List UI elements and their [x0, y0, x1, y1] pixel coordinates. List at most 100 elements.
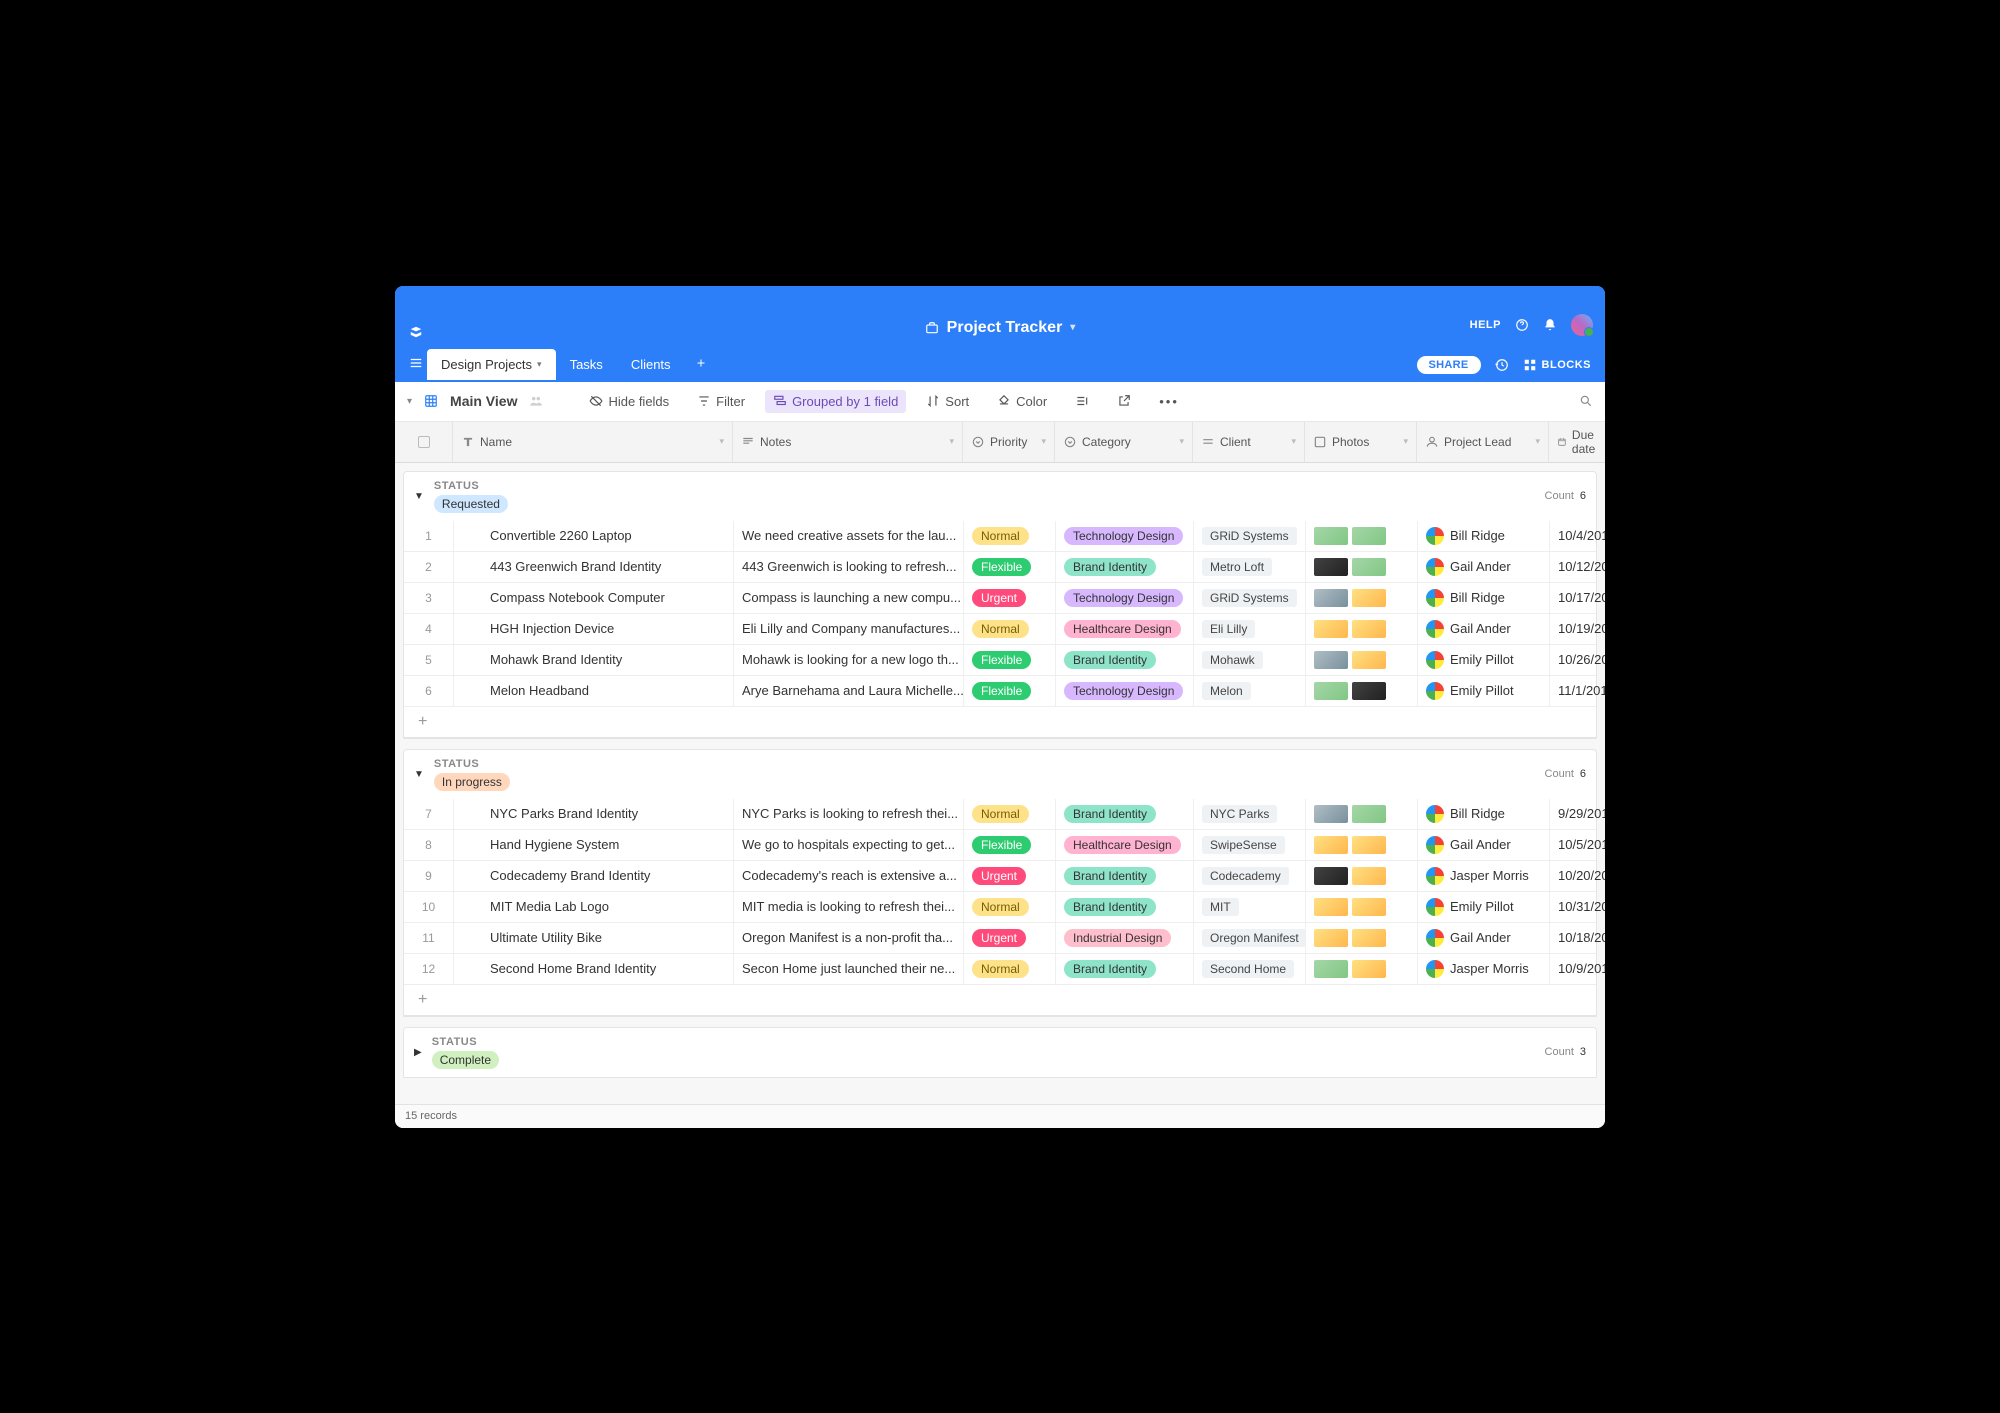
cell-category[interactable]: Brand Identity	[1056, 892, 1194, 922]
cell-category[interactable]: Healthcare Design	[1056, 830, 1194, 860]
photo-thumbnail[interactable]	[1352, 558, 1386, 576]
column-name[interactable]: Name▾	[453, 422, 733, 462]
cell-due-date[interactable]: 10/12/2018	[1550, 552, 1605, 582]
column-notes[interactable]: Notes▾	[733, 422, 963, 462]
help-icon[interactable]	[1515, 318, 1529, 332]
photo-thumbnail[interactable]	[1352, 682, 1386, 700]
cell-category[interactable]: Technology Design	[1056, 583, 1194, 613]
bell-icon[interactable]	[1543, 318, 1557, 332]
cell-priority[interactable]: Urgent	[964, 923, 1056, 953]
cell-name[interactable]: Second Home Brand Identity	[454, 954, 734, 984]
cell-lead[interactable]: Bill Ridge	[1418, 521, 1550, 551]
cell-category[interactable]: Brand Identity	[1056, 645, 1194, 675]
cell-notes[interactable]: Oregon Manifest is a non-profit tha...	[734, 923, 964, 953]
cell-name[interactable]: Ultimate Utility Bike	[454, 923, 734, 953]
cell-category[interactable]: Brand Identity	[1056, 799, 1194, 829]
select-all-header[interactable]	[395, 422, 453, 462]
photo-thumbnail[interactable]	[1352, 805, 1386, 823]
cell-client[interactable]: MIT	[1194, 892, 1306, 922]
cell-priority[interactable]: Normal	[964, 954, 1056, 984]
filter-button[interactable]: Filter	[689, 390, 753, 413]
tab-clients[interactable]: Clients	[617, 349, 685, 380]
add-row-button[interactable]: +	[404, 707, 1596, 738]
group-header[interactable]: ▼ STATUS In progress Count 6	[403, 749, 1597, 799]
cell-lead[interactable]: Jasper Morris	[1418, 861, 1550, 891]
table-row[interactable]: 12 Second Home Brand Identity Secon Home…	[404, 954, 1596, 985]
cell-notes[interactable]: Codecademy's reach is extensive a...	[734, 861, 964, 891]
cell-notes[interactable]: Secon Home just launched their ne...	[734, 954, 964, 984]
cell-client[interactable]: SwipeSense	[1194, 830, 1306, 860]
cell-notes[interactable]: We go to hospitals expecting to get...	[734, 830, 964, 860]
cell-photos[interactable]	[1306, 645, 1418, 675]
view-name[interactable]: Main View	[450, 393, 517, 409]
cell-notes[interactable]: Mohawk is looking for a new logo th...	[734, 645, 964, 675]
cell-category[interactable]: Brand Identity	[1056, 954, 1194, 984]
photo-thumbnail[interactable]	[1314, 867, 1348, 885]
cell-lead[interactable]: Gail Ander	[1418, 923, 1550, 953]
photo-thumbnail[interactable]	[1314, 960, 1348, 978]
cell-name[interactable]: Hand Hygiene System	[454, 830, 734, 860]
table-row[interactable]: 9 Codecademy Brand Identity Codecademy's…	[404, 861, 1596, 892]
cell-lead[interactable]: Bill Ridge	[1418, 799, 1550, 829]
cell-lead[interactable]: Bill Ridge	[1418, 583, 1550, 613]
cell-lead[interactable]: Emily Pillot	[1418, 892, 1550, 922]
row-height-button[interactable]	[1067, 390, 1097, 412]
cell-category[interactable]: Industrial Design	[1056, 923, 1194, 953]
cell-client[interactable]: GRiD Systems	[1194, 521, 1306, 551]
cell-client[interactable]: Mohawk	[1194, 645, 1306, 675]
cell-priority[interactable]: Urgent	[964, 583, 1056, 613]
people-icon[interactable]	[529, 394, 543, 408]
cell-client[interactable]: Oregon Manifest	[1194, 923, 1306, 953]
hamburger-icon[interactable]	[403, 352, 427, 377]
cell-due-date[interactable]: 10/9/2018	[1550, 954, 1605, 984]
cell-photos[interactable]	[1306, 583, 1418, 613]
cell-name[interactable]: Compass Notebook Computer	[454, 583, 734, 613]
cell-lead[interactable]: Gail Ander	[1418, 552, 1550, 582]
cell-due-date[interactable]: 9/29/2018	[1550, 799, 1605, 829]
column-priority[interactable]: Priority▾	[963, 422, 1055, 462]
group-button[interactable]: Grouped by 1 field	[765, 390, 906, 413]
table-row[interactable]: 11 Ultimate Utility Bike Oregon Manifest…	[404, 923, 1596, 954]
column-photos[interactable]: Photos▾	[1305, 422, 1417, 462]
cell-name[interactable]: Mohawk Brand Identity	[454, 645, 734, 675]
column-category[interactable]: Category▾	[1055, 422, 1193, 462]
cell-category[interactable]: Healthcare Design	[1056, 614, 1194, 644]
cell-photos[interactable]	[1306, 676, 1418, 706]
cell-photos[interactable]	[1306, 799, 1418, 829]
cell-name[interactable]: Convertible 2260 Laptop	[454, 521, 734, 551]
tab-design-projects[interactable]: Design Projects ▾	[427, 349, 556, 380]
cell-name[interactable]: HGH Injection Device	[454, 614, 734, 644]
table-row[interactable]: 3 Compass Notebook Computer Compass is l…	[404, 583, 1596, 614]
table-row[interactable]: 2 443 Greenwich Brand Identity 443 Green…	[404, 552, 1596, 583]
share-button[interactable]: SHARE	[1417, 356, 1481, 374]
table-row[interactable]: 10 MIT Media Lab Logo MIT media is looki…	[404, 892, 1596, 923]
photo-thumbnail[interactable]	[1314, 898, 1348, 916]
cell-notes[interactable]: Compass is launching a new compu...	[734, 583, 964, 613]
cell-due-date[interactable]: 10/31/2018	[1550, 892, 1605, 922]
photo-thumbnail[interactable]	[1352, 929, 1386, 947]
hide-fields-button[interactable]: Hide fields	[581, 390, 677, 413]
column-lead[interactable]: Project Lead▾	[1417, 422, 1549, 462]
cell-photos[interactable]	[1306, 521, 1418, 551]
cell-category[interactable]: Technology Design	[1056, 676, 1194, 706]
cell-photos[interactable]	[1306, 954, 1418, 984]
cell-photos[interactable]	[1306, 861, 1418, 891]
cell-client[interactable]: Eli Lilly	[1194, 614, 1306, 644]
cell-name[interactable]: Melon Headband	[454, 676, 734, 706]
cell-notes[interactable]: Eli Lilly and Company manufactures...	[734, 614, 964, 644]
cell-client[interactable]: Second Home	[1194, 954, 1306, 984]
cell-photos[interactable]	[1306, 552, 1418, 582]
cell-name[interactable]: 443 Greenwich Brand Identity	[454, 552, 734, 582]
cell-notes[interactable]: We need creative assets for the lau...	[734, 521, 964, 551]
cell-priority[interactable]: Flexible	[964, 676, 1056, 706]
cell-lead[interactable]: Gail Ander	[1418, 830, 1550, 860]
column-due[interactable]: Due date▾	[1549, 422, 1605, 462]
chevron-down-icon[interactable]: ▼	[414, 491, 424, 502]
base-title[interactable]: Project Tracker	[947, 319, 1063, 337]
cell-client[interactable]: Melon	[1194, 676, 1306, 706]
share-view-button[interactable]	[1109, 390, 1139, 412]
photo-thumbnail[interactable]	[1314, 620, 1348, 638]
photo-thumbnail[interactable]	[1314, 527, 1348, 545]
column-client[interactable]: Client▾	[1193, 422, 1305, 462]
cell-photos[interactable]	[1306, 923, 1418, 953]
